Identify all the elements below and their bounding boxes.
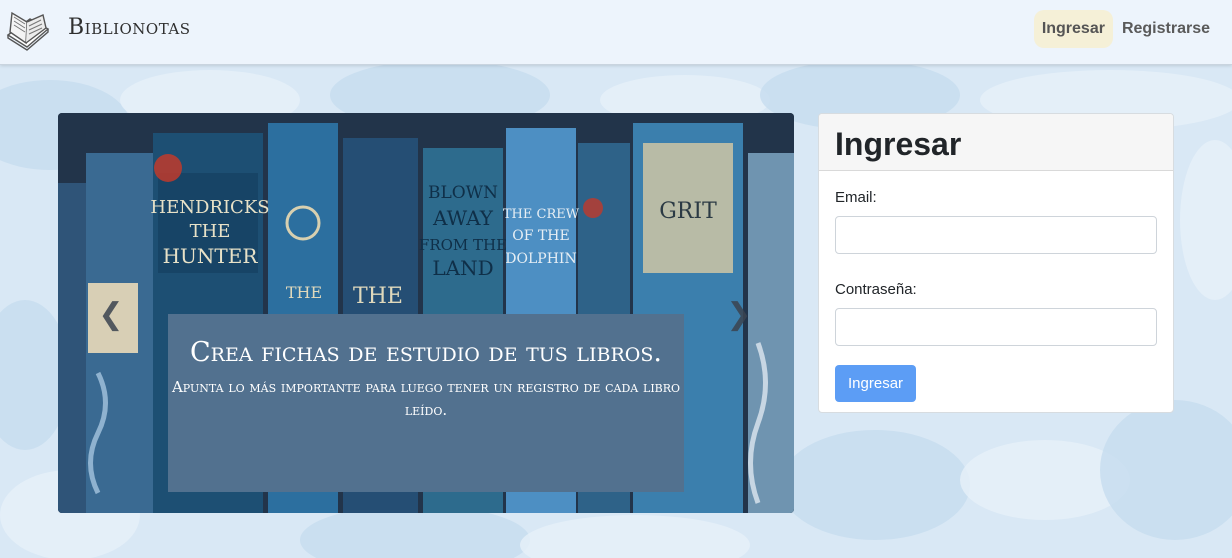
- chevron-left-icon: ❮: [98, 296, 124, 332]
- svg-text:HUNTER: HUNTER: [163, 244, 259, 268]
- open-book-icon: [6, 11, 50, 51]
- svg-text:AWAY: AWAY: [432, 206, 494, 230]
- email-field[interactable]: [835, 216, 1157, 254]
- caption-title: Crea fichas de estudio de tus libros.: [190, 337, 662, 368]
- caption-subtitle: Apunta lo más importante para luego tene…: [171, 378, 681, 419]
- svg-text:OF THE: OF THE: [512, 228, 569, 244]
- password-label: Contraseña:: [835, 281, 917, 298]
- navbar: Biblionotas Ingresar Registrarse: [0, 0, 1232, 65]
- svg-text:THE: THE: [190, 221, 231, 242]
- svg-text:DOLPHIN: DOLPHIN: [505, 251, 576, 267]
- svg-text:THE: THE: [286, 283, 322, 302]
- login-submit-button[interactable]: Ingresar: [835, 365, 917, 402]
- svg-text:THE CREW: THE CREW: [503, 207, 580, 222]
- carousel-next-button[interactable]: ❯: [726, 296, 752, 332]
- login-form: Email: Contraseña: Ingresar: [819, 171, 1173, 402]
- svg-text:THE: THE: [353, 284, 403, 309]
- email-label: Email:: [835, 189, 877, 206]
- login-title: Ingresar: [835, 126, 962, 162]
- hero-carousel: HENDRICKS THE HUNTER THE THE BLOWN AWAY …: [58, 113, 794, 513]
- svg-text:BLOWN: BLOWN: [428, 183, 498, 203]
- login-card-header: Ingresar: [819, 114, 1173, 171]
- svg-text:GRIT: GRIT: [659, 199, 717, 224]
- carousel-prev-button[interactable]: ❮: [98, 296, 124, 332]
- svg-text:HENDRICKS: HENDRICKS: [150, 197, 269, 218]
- brand-name: Biblionotas: [68, 14, 191, 40]
- nav-login-link[interactable]: Ingresar: [1033, 10, 1113, 48]
- carousel-caption: Crea fichas de estudio de tus libros. Ap…: [168, 314, 684, 492]
- chevron-right-icon: ❯: [726, 296, 752, 332]
- brand[interactable]: Biblionotas: [5, 7, 191, 51]
- password-field[interactable]: [835, 308, 1157, 346]
- svg-text:FROM THE: FROM THE: [419, 236, 507, 254]
- nav-register-link[interactable]: Registrarse: [1114, 10, 1218, 48]
- login-card: Ingresar Email: Contraseña: Ingresar: [818, 113, 1174, 413]
- svg-text:LAND: LAND: [432, 256, 493, 280]
- nav-links: Ingresar Registrarse: [1033, 10, 1218, 48]
